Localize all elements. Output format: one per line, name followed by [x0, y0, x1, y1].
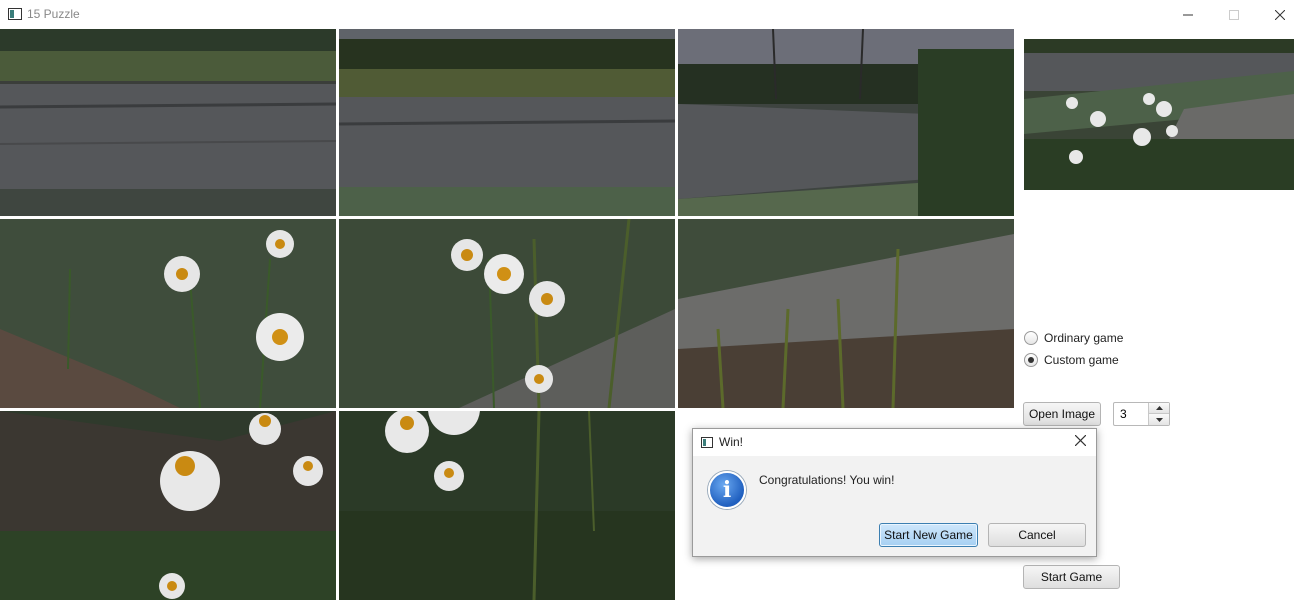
radio-button[interactable] [1024, 353, 1038, 367]
image-tile [678, 29, 1014, 216]
radio-label: Custom game [1044, 353, 1119, 367]
puzzle-tile[interactable] [678, 219, 1014, 408]
puzzle-tile[interactable] [0, 29, 336, 216]
radio-ordinary-game[interactable]: Ordinary game [1024, 329, 1123, 347]
image-tile [678, 219, 1014, 408]
preview-image [1024, 39, 1294, 190]
info-icon: i [708, 471, 746, 509]
image-tile [0, 219, 336, 408]
close-icon [1275, 9, 1285, 20]
dialog-app-icon [701, 437, 713, 448]
puzzle-tile[interactable] [678, 29, 1014, 216]
image-preview [1024, 39, 1294, 190]
app-icon [8, 8, 22, 20]
dialog-message: Congratulations! You win! [759, 473, 895, 487]
image-tile [0, 411, 336, 600]
window-title: 15 Puzzle [27, 7, 80, 21]
chevron-down-icon [1155, 417, 1163, 422]
radio-button[interactable] [1024, 331, 1038, 345]
puzzle-tile[interactable] [339, 219, 675, 408]
win-dialog: Win! i Congratulations! You win! Start N… [692, 428, 1097, 557]
chevron-up-icon [1155, 406, 1163, 410]
dialog-close-button[interactable] [1074, 433, 1087, 450]
start-new-game-button[interactable]: Start New Game [879, 523, 978, 547]
minimize-button[interactable] [1165, 0, 1211, 29]
dialog-title-bar: Win! [693, 429, 1096, 456]
spinner-up-button[interactable] [1148, 403, 1169, 414]
puzzle-tile[interactable] [0, 219, 336, 408]
cancel-button[interactable]: Cancel [988, 523, 1086, 547]
maximize-button[interactable] [1211, 0, 1257, 29]
puzzle-tile[interactable] [339, 29, 675, 216]
minimize-icon [1183, 14, 1193, 15]
spinner-down-button[interactable] [1148, 414, 1169, 425]
close-icon [1074, 434, 1087, 447]
image-tile [0, 29, 336, 216]
radio-custom-game[interactable]: Custom game [1024, 351, 1119, 369]
puzzle-tile[interactable] [0, 411, 336, 600]
puzzle-tile[interactable] [339, 411, 675, 600]
radio-label: Ordinary game [1044, 331, 1124, 345]
image-tile [339, 411, 675, 600]
dialog-title: Win! [719, 435, 743, 449]
maximize-icon [1229, 9, 1239, 20]
open-image-button[interactable]: Open Image [1023, 402, 1101, 426]
size-spinner[interactable]: 3 [1113, 402, 1170, 426]
image-tile [339, 29, 675, 216]
size-value[interactable]: 3 [1120, 407, 1127, 421]
close-button[interactable] [1257, 0, 1302, 29]
title-bar: 15 Puzzle [0, 0, 1302, 29]
image-tile [339, 219, 675, 408]
start-game-button[interactable]: Start Game [1023, 565, 1120, 589]
